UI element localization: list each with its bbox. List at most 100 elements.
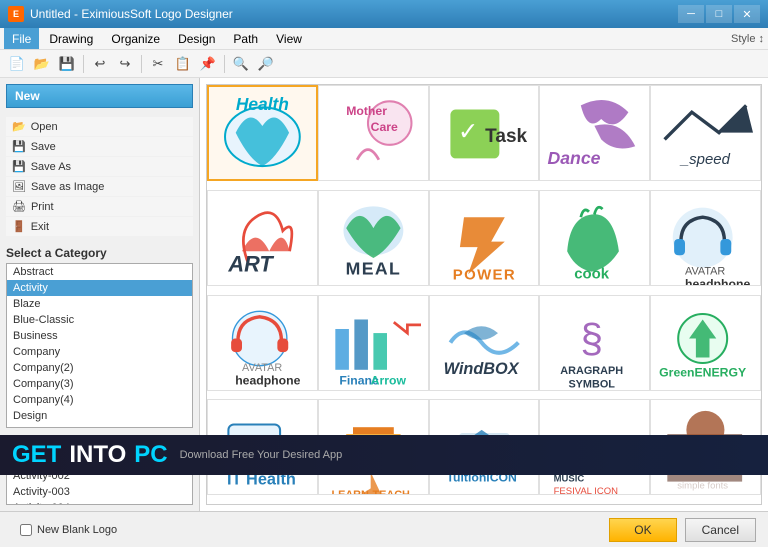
menu-view[interactable]: View [268,28,310,49]
category-item[interactable]: Blaze [7,296,192,312]
svg-text:headphone: headphone [685,277,750,285]
watermark-into: INTO [69,441,126,469]
svg-text:Arrow: Arrow [370,374,406,388]
open-button[interactable]: 📂 Open [6,117,193,136]
watermark-pc: PC [134,441,167,469]
category-title: Select a Category [6,246,193,260]
category-item[interactable]: Business [7,328,192,344]
new-blank-label: New Blank Logo [37,524,117,536]
logo-cell[interactable]: Health [207,85,318,181]
template-item[interactable]: Activity-004 [7,500,192,505]
svg-text:headphone: headphone [235,374,300,388]
category-list[interactable]: AbstractActivityBlazeBlue-ClassicBusines… [6,263,193,428]
exit-button[interactable]: 🚪 Exit [6,217,193,236]
logo-cell[interactable]: cook [539,190,650,286]
save-as-image-button[interactable]: 🖼 Save as Image [6,177,193,196]
category-item[interactable]: Design [7,408,192,424]
toolbar-save[interactable]: 💾 [56,53,78,75]
toolbar-copy[interactable]: 📋 [172,53,194,75]
menu-path[interactable]: Path [225,28,266,49]
toolbar-sep2 [141,55,142,73]
logo-cell[interactable]: AVATAR headphone [650,190,761,286]
svg-text:§: § [581,315,604,361]
menu-file[interactable]: File [4,28,39,49]
svg-text:FESIVAL ICON: FESIVAL ICON [554,485,619,494]
style-label: Style ↕ [731,33,764,45]
logo-cell[interactable]: § ARAGRAPH SYMBOL [539,295,650,391]
svg-text:SYMBOL: SYMBOL [569,378,616,390]
toolbar-cut[interactable]: ✂ [147,53,169,75]
app-icon: E [8,6,24,22]
category-item[interactable]: Flowers-Fruits [7,424,192,428]
category-item[interactable]: Blue-Classic [7,312,192,328]
svg-text:AVATAR: AVATAR [242,362,282,374]
cancel-button[interactable]: Cancel [685,518,756,542]
toolbar-paste[interactable]: 📌 [197,53,219,75]
category-item[interactable]: Activity [7,280,192,296]
toolbar-open[interactable]: 📂 [31,53,53,75]
logo-cell[interactable]: AVATAR headphone [207,295,318,391]
new-button[interactable]: New [6,84,193,108]
toolbar-zoom-out[interactable]: 🔎 [255,53,277,75]
category-item[interactable]: Company(3) [7,376,192,392]
footer-left: New Blank Logo [20,524,117,536]
logo-cell[interactable]: _speed [650,85,761,181]
svg-text:ART: ART [227,252,274,277]
toolbar-sep3 [224,55,225,73]
logo-cell[interactable]: GreenENERGY [650,295,761,391]
ok-button[interactable]: OK [609,518,676,542]
svg-text:✓: ✓ [457,119,478,146]
logo-cell[interactable]: MEAL [318,190,429,286]
svg-text:Care: Care [370,121,397,135]
svg-text:MEAL: MEAL [345,258,400,278]
toolbar-sep1 [83,55,84,73]
window-title: Untitled - EximiousSoft Logo Designer [30,7,233,21]
close-button[interactable]: ✕ [734,5,760,23]
toolbar-undo[interactable]: ↩ [89,53,111,75]
toolbar: 📄 📂 💾 ↩ ↪ ✂ 📋 📌 🔍 🔎 [0,50,768,78]
logo-cell[interactable]: Mother Care [318,85,429,181]
logo-cell[interactable]: WindBOX [429,295,540,391]
svg-text:WindBOX: WindBOX [443,360,519,378]
template-item[interactable]: Activity-003 [7,484,192,500]
svg-text:GreenENERGY: GreenENERGY [659,366,746,380]
svg-text:simple fonts: simple fonts [677,480,728,491]
toolbar-zoom-in[interactable]: 🔍 [230,53,252,75]
logo-cell[interactable]: Dance [539,85,650,181]
save-as-button[interactable]: 💾 Save As [6,157,193,176]
logo-cell[interactable]: POWER [429,190,540,286]
svg-text:AVATAR: AVATAR [685,265,725,277]
category-item[interactable]: Abstract [7,264,192,280]
save-button[interactable]: 💾 Save [6,137,193,156]
maximize-button[interactable]: □ [706,5,732,23]
title-bar-controls[interactable]: ─ □ ✕ [678,5,760,23]
logo-cell[interactable]: Financ Arrow [318,295,429,391]
svg-text:Dance: Dance [548,148,601,168]
category-item[interactable]: Company(4) [7,392,192,408]
logo-cell[interactable]: ART [207,190,318,286]
minimize-button[interactable]: ─ [678,5,704,23]
title-bar: E Untitled - EximiousSoft Logo Designer … [0,0,768,28]
watermark-get: GET [12,441,61,469]
menu-drawing[interactable]: Drawing [41,28,101,49]
menu-bar: File Drawing Organize Design Path View S… [0,28,768,50]
menu-organize[interactable]: Organize [103,28,168,49]
print-button[interactable]: 🖨 Print [6,197,193,216]
toolbar-redo[interactable]: ↪ [114,53,136,75]
category-item[interactable]: Company [7,344,192,360]
watermark-sub: Download Free Your Desired App [180,449,343,461]
footer: New Blank Logo OK Cancel [0,511,768,547]
new-blank-checkbox[interactable] [20,524,32,536]
svg-text:ARAGRAPH: ARAGRAPH [561,365,624,377]
watermark: GET INTO PC Download Free Your Desired A… [0,435,768,475]
svg-text:Task: Task [485,127,527,148]
svg-text:Mother: Mother [346,104,387,118]
svg-text:_speed: _speed [679,151,731,168]
title-bar-left: E Untitled - EximiousSoft Logo Designer [8,6,233,22]
svg-text:cook: cook [575,266,611,283]
svg-text:LEARN-TEACH: LEARN-TEACH [331,489,410,495]
logo-cell[interactable]: ✓ Task [429,85,540,181]
toolbar-new[interactable]: 📄 [6,53,28,75]
category-item[interactable]: Company(2) [7,360,192,376]
menu-design[interactable]: Design [170,28,223,49]
